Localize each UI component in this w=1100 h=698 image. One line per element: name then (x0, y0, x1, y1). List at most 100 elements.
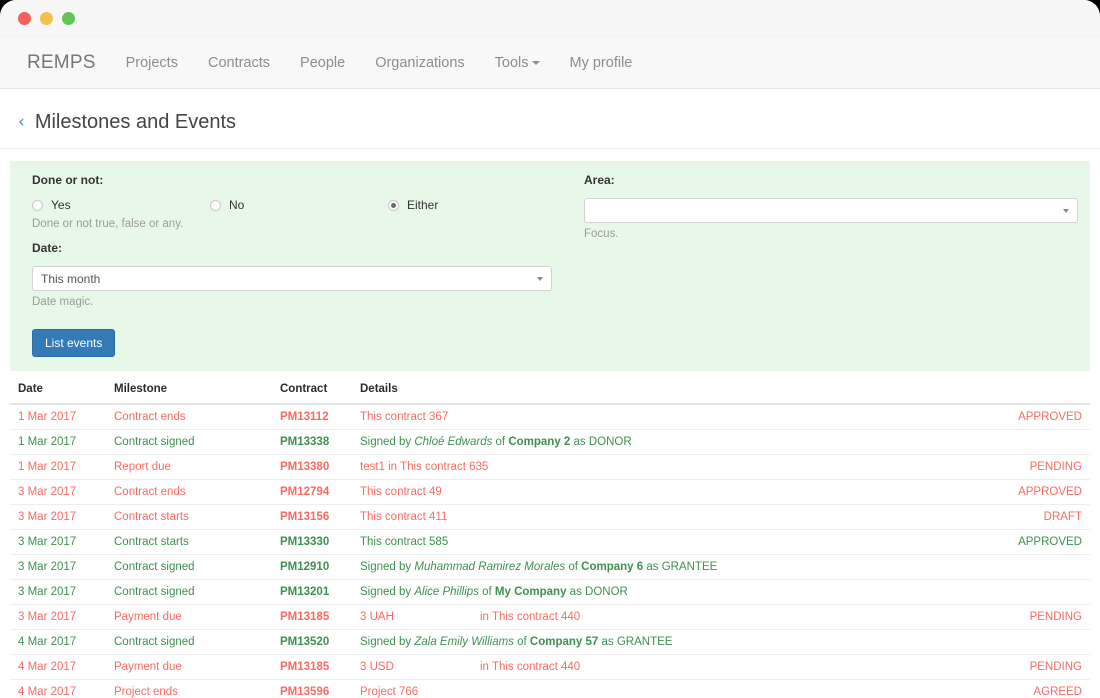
details-text: Signed by (360, 636, 414, 648)
details-text: Signed by (360, 586, 414, 598)
cell-contract-link[interactable]: PM13338 (272, 430, 352, 455)
cell-date: 3 Mar 2017 (10, 505, 106, 530)
table-row[interactable]: 3 Mar 2017Contract signedPM12910Signed b… (10, 555, 1090, 580)
browser-window: REMPS ProjectsContractsPeople Organizatio… (0, 0, 1100, 698)
table-row[interactable]: 3 Mar 2017Payment duePM131853 UAHin This… (10, 605, 1090, 630)
date-select[interactable]: This month (32, 266, 552, 291)
date-help: Date magic. (32, 296, 562, 308)
details-text: as GRANTEE (598, 636, 672, 648)
cell-date: 4 Mar 2017 (10, 630, 106, 655)
cell-milestone: Project ends (106, 680, 272, 698)
done-or-not-radio-group[interactable]: Yes NoEither (32, 198, 562, 212)
cell-date: 4 Mar 2017 (10, 655, 106, 680)
cell-contract-link[interactable]: PM13520 (272, 630, 352, 655)
cell-milestone: Contract starts (106, 505, 272, 530)
cell-contract-link[interactable]: PM13380 (272, 455, 352, 480)
cell-contract-link[interactable]: PM13201 (272, 580, 352, 605)
payment-context: in This contract 440 (480, 611, 580, 623)
cell-date: 3 Mar 2017 (10, 530, 106, 555)
table-row[interactable]: 1 Mar 2017Contract endsPM13112This contr… (10, 404, 1090, 430)
cell-contract-link[interactable]: PM13330 (272, 530, 352, 555)
organization-name: Company 2 (508, 436, 570, 448)
column-header-date: Date (10, 379, 106, 404)
events-table: DateMilestoneContractDetails 1 Mar 2017C… (10, 379, 1090, 698)
radio-button-icon[interactable] (32, 200, 43, 211)
list-events-button[interactable]: List events (32, 329, 115, 357)
cell-contract-link[interactable]: PM13596 (272, 680, 352, 698)
cell-contract-link[interactable]: PM12910 (272, 555, 352, 580)
nav-item-people[interactable]: People (285, 37, 360, 89)
radio-label: Yes (51, 198, 71, 212)
cell-milestone: Report due (106, 455, 272, 480)
signer-name: Alice Phillips (414, 586, 479, 598)
nav-item-label: Tools (495, 55, 529, 71)
nav-item-label: Organizations (375, 55, 464, 71)
nav-item-tools[interactable]: Tools (480, 37, 555, 89)
nav-item-organizations[interactable]: Organizations (360, 37, 479, 89)
nav-item-my-profile[interactable]: My profile (555, 37, 648, 89)
column-header-status (970, 379, 1090, 404)
radio-button-icon[interactable] (388, 200, 399, 211)
close-window-button[interactable] (18, 12, 31, 25)
details-text: of (514, 636, 530, 648)
radio-button-icon[interactable] (210, 200, 221, 211)
signer-name: Zala Emily Williams (414, 636, 514, 648)
cell-date: 1 Mar 2017 (10, 455, 106, 480)
page-title: Milestones and Events (35, 111, 236, 134)
cell-date: 4 Mar 2017 (10, 680, 106, 698)
cell-milestone: Payment due (106, 605, 272, 630)
cell-date: 3 Mar 2017 (10, 605, 106, 630)
table-row[interactable]: 4 Mar 2017Payment duePM131853 USDin This… (10, 655, 1090, 680)
cell-contract-link[interactable]: PM13185 (272, 655, 352, 680)
chevron-down-icon (532, 61, 540, 65)
organization-name: Company 6 (581, 561, 643, 573)
table-row[interactable]: 3 Mar 2017Contract startsPM13330This con… (10, 530, 1090, 555)
maximize-window-button[interactable] (62, 12, 75, 25)
cell-date: 1 Mar 2017 (10, 404, 106, 430)
signer-name: Chloé Edwards (414, 436, 492, 448)
brand-logo[interactable]: REMPS (12, 52, 111, 74)
chevron-down-icon (537, 277, 543, 281)
cell-contract-link[interactable]: PM13156 (272, 505, 352, 530)
date-label: Date: (32, 241, 562, 255)
payment-amount: 3 UAH (360, 611, 480, 623)
events-table-body: 1 Mar 2017Contract endsPM13112 This contr… (10, 404, 1090, 698)
table-row[interactable]: 1 Mar 2017Report duePM13380test1 in This… (10, 455, 1090, 480)
table-row[interactable]: 4 Mar 2017Contract signedPM13520Signed b… (10, 630, 1090, 655)
cell-contract-link[interactable]: PM13112 (272, 404, 352, 430)
cell-milestone: Contract ends (106, 404, 272, 430)
minimize-window-button[interactable] (40, 12, 53, 25)
cell-date: 3 Mar 2017 (10, 580, 106, 605)
filter-column-right: Area: Focus. (562, 173, 1078, 357)
table-row[interactable]: 3 Mar 2017Contract endsPM12794This contr… (10, 480, 1090, 505)
area-select[interactable] (584, 198, 1078, 223)
chevron-down-icon (1063, 209, 1069, 213)
radio-either[interactable]: Either (388, 198, 438, 212)
details-text: of (479, 586, 495, 598)
nav-item-projects[interactable]: Projects (111, 37, 193, 89)
status-badge (970, 555, 1090, 580)
table-row[interactable]: 4 Mar 2017Project endsPM13596Project 766… (10, 680, 1090, 698)
filter-column-left: Done or not: YesNoEither Done or not tru… (22, 173, 562, 357)
cell-contract-link[interactable]: PM12794 (272, 480, 352, 505)
table-row[interactable]: 1 Mar 2017Contract signedPM13338Signed b… (10, 430, 1090, 455)
status-badge (970, 430, 1090, 455)
back-chevron-icon[interactable]: ‹ (18, 114, 25, 131)
organization-name: My Company (495, 586, 567, 598)
cell-details: 3 UAHin This contract 440 (352, 605, 970, 630)
table-row[interactable]: 3 Mar 2017Contract signedPM13201Signed b… (10, 580, 1090, 605)
nav-item-contracts[interactable]: Contracts (193, 37, 285, 89)
details-text: of (565, 561, 581, 573)
cell-details: This contract 49 (352, 480, 970, 505)
table-header-row: DateMilestoneContractDetails (10, 379, 1090, 404)
details-text: as GRANTEE (643, 561, 717, 573)
area-help: Focus. (584, 228, 1078, 240)
status-badge: DRAFT (970, 505, 1090, 530)
radio-no[interactable]: No (210, 198, 388, 212)
filter-panel: Done or not: YesNoEither Done or not tru… (10, 161, 1090, 371)
details-text: of (492, 436, 508, 448)
page-header: ‹ Milestones and Events (0, 89, 1100, 149)
table-row[interactable]: 3 Mar 2017Contract startsPM13156This con… (10, 505, 1090, 530)
radio-yes[interactable]: Yes (32, 198, 210, 212)
cell-contract-link[interactable]: PM13185 (272, 605, 352, 630)
